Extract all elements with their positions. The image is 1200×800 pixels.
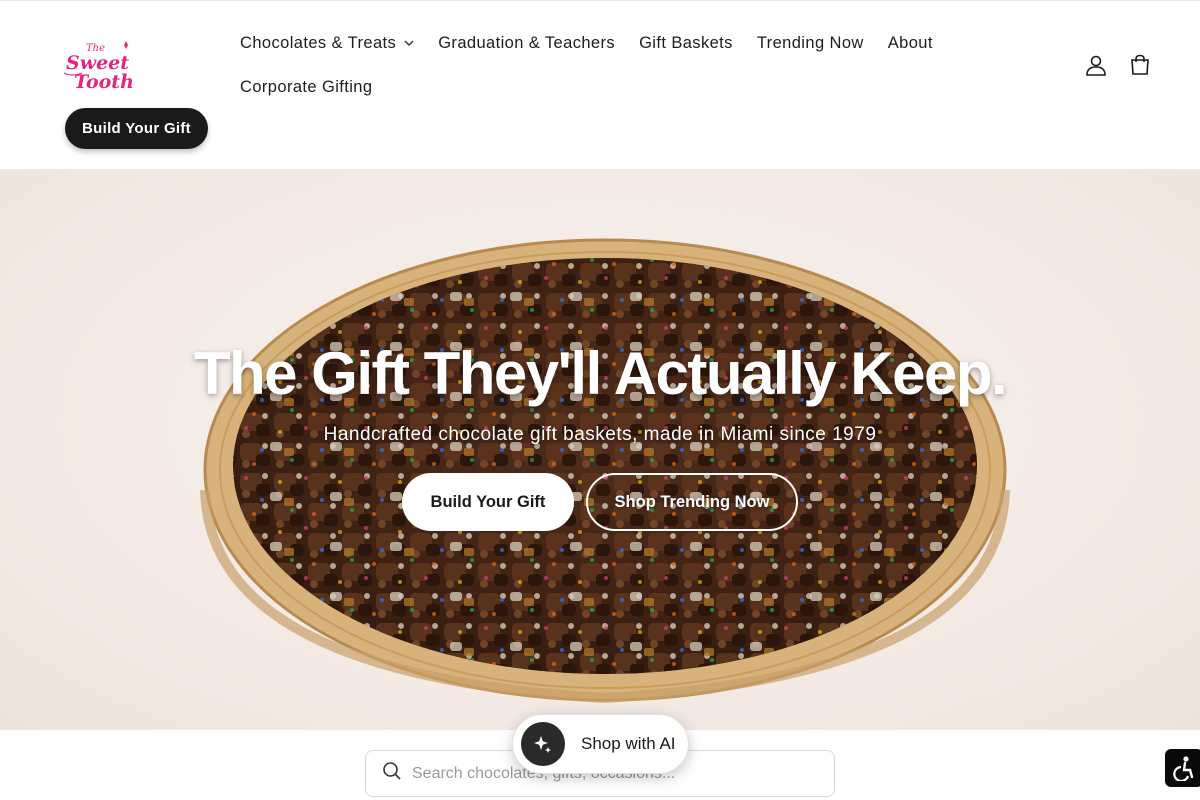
nav-row-2: Corporate Gifting [228,65,988,109]
shop-with-ai-label: Shop with AI [581,734,676,753]
nav-label: Corporate Gifting [240,77,373,96]
build-your-gift-header-label: Build Your Gift [82,120,191,137]
nav-item-about[interactable]: About [876,34,945,53]
shop-with-ai-button[interactable]: Shop with AI [512,714,689,774]
build-your-gift-label: Build Your Gift [430,492,546,511]
nav-item-corporate-gifting[interactable]: Corporate Gifting [228,78,384,97]
svg-text:Tooth: Tooth [74,71,134,93]
nav-label: Gift Baskets [639,33,733,52]
sparkle-icon [521,722,565,766]
nav-item-chocolates-treats[interactable]: Chocolates & Treats [228,34,426,53]
hero-banner: The Gift They'll Actually Keep. Handcraf… [0,170,1200,730]
nav-label: Trending Now [756,33,864,52]
nav-item-gift-baskets[interactable]: Gift Baskets [627,34,745,53]
nav-label: About [887,33,933,52]
account-icon[interactable] [1084,52,1108,78]
hero-buttons: Build Your Gift Shop Trending Now [402,473,798,531]
hero-content: The Gift They'll Actually Keep. Handcraf… [0,338,1200,531]
build-your-gift-button[interactable]: Build Your Gift [402,473,574,531]
cart-icon[interactable] [1128,52,1152,78]
nav-label: Graduation & Teachers [438,33,616,52]
brand-logo[interactable]: The Sweet Tooth [62,37,134,93]
chevron-down-icon [404,40,414,46]
search-icon [382,761,402,786]
site-header: The Sweet Tooth Build Your Gift Chocolat… [0,1,1200,170]
build-your-gift-header-button[interactable]: Build Your Gift [65,108,208,149]
nav-item-graduation-teachers[interactable]: Graduation & Teachers [426,34,627,53]
nav-item-trending-now[interactable]: Trending Now [745,34,876,53]
shop-trending-now-button[interactable]: Shop Trending Now [586,473,798,531]
accessibility-icon[interactable] [1165,749,1200,787]
hero-subtitle: Handcrafted chocolate gift baskets, made… [323,424,877,445]
nav-row-1: Chocolates & Treats Graduation & Teacher… [228,21,988,65]
header-icons [1084,52,1152,78]
logo-mark: The Sweet Tooth [63,41,134,93]
hero-title: The Gift They'll Actually Keep. [193,340,1008,407]
main-navigation: Chocolates & Treats Graduation & Teacher… [228,21,988,109]
shop-trending-now-label: Shop Trending Now [614,492,770,511]
nav-label: Chocolates & Treats [240,33,397,52]
